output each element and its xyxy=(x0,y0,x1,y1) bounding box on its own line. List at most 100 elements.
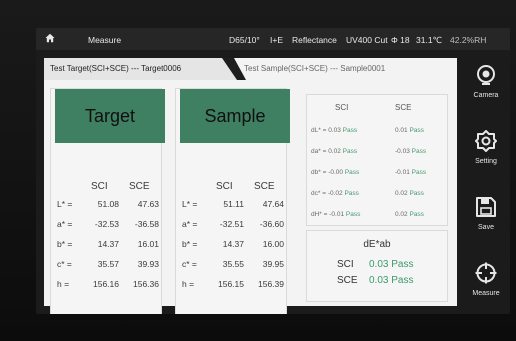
sce-status: Pass xyxy=(411,169,427,176)
measure-type-indicator: Reflectance xyxy=(292,35,337,45)
sce-value: 47.64 xyxy=(262,199,284,209)
sce-value: 0.01 xyxy=(395,127,408,134)
row-label: c* = xyxy=(57,259,72,269)
sci-value: 156.15 xyxy=(218,279,244,289)
row-label: b* = xyxy=(57,239,73,249)
row-label: L* = xyxy=(182,199,198,209)
delta-sce-header: SCE xyxy=(395,103,412,112)
sample-sci-header: SCI xyxy=(216,181,233,192)
tab-sample[interactable]: Test Sample(SCI+SCE) --- Sample0001 xyxy=(234,58,457,80)
camera-icon xyxy=(477,65,495,85)
row-label: dL* = xyxy=(311,127,327,134)
de-ab-title: dE*ab xyxy=(363,239,391,250)
sci-value: -0.01 xyxy=(329,211,345,218)
row-label: dc* = xyxy=(311,190,326,197)
row-label: a* = xyxy=(57,219,73,229)
sce-status: Pass xyxy=(409,190,424,197)
sci-value: 14.37 xyxy=(222,239,244,249)
temperature-indicator: 31.1℃ xyxy=(416,35,443,45)
de-sci-label: SCI xyxy=(337,259,354,270)
measure-button[interactable]: Measure xyxy=(462,254,510,314)
setting-button[interactable]: Setting xyxy=(462,122,510,184)
home-icon[interactable] xyxy=(45,33,55,43)
row-label: L* = xyxy=(57,199,73,209)
save-icon xyxy=(476,197,496,217)
sci-value: 51.11 xyxy=(223,199,244,209)
sce-value: 156.39 xyxy=(258,279,284,289)
save-label: Save xyxy=(478,224,494,231)
row-label: h = xyxy=(57,279,70,289)
row-label: a* = xyxy=(182,219,198,229)
row-label: h = xyxy=(182,279,195,289)
setting-label: Setting xyxy=(475,158,497,165)
sce-value: 39.95 xyxy=(262,259,284,269)
screen-title: Measure xyxy=(88,35,122,45)
sci-value: 14.37 xyxy=(97,239,119,249)
de-sce-label: SCE xyxy=(337,275,358,286)
sce-status: Pass xyxy=(409,127,424,134)
sci-value: -0.02 xyxy=(327,190,343,197)
target-sci-header: SCI xyxy=(91,181,108,192)
delta-sci-header: SCI xyxy=(335,103,349,112)
sci-status: Pass xyxy=(344,169,360,176)
sce-value: -36.60 xyxy=(259,219,284,229)
de-sce-value: 0.03 Pass xyxy=(369,275,414,286)
delta-row-da: da* = 0.02 Pass -0.03 Pass xyxy=(311,148,426,155)
sci-value: 35.55 xyxy=(222,259,244,269)
de-ab-box: dE*ab SCI 0.03 Pass SCE 0.03 Pass xyxy=(306,230,448,302)
sce-value: -0.01 xyxy=(395,169,410,176)
sci-status: Pass xyxy=(342,148,358,155)
tab-target[interactable]: Test Target(SCI+SCE) --- Target0006 xyxy=(44,58,237,80)
sample-sce-header: SCE xyxy=(254,181,275,192)
gear-icon xyxy=(475,130,497,152)
row-label: b* = xyxy=(182,239,198,249)
sci-status: Pass xyxy=(345,211,361,218)
sci-value: 51.08 xyxy=(97,199,119,209)
sce-value: -0.03 xyxy=(395,148,410,155)
crosshair-icon xyxy=(475,262,497,284)
delta-row-db: db* = -0.00 Pass -0.01 Pass xyxy=(311,169,426,176)
delta-row-dc: dc* = -0.02 Pass 0.02 Pass xyxy=(311,190,424,197)
sce-value: 39.93 xyxy=(137,259,159,269)
target-card: Target SCI SCE L* = 51.08 47.63 a* = -32… xyxy=(50,88,165,314)
illuminant-indicator: D65/10° xyxy=(229,35,260,45)
sci-value: 35.57 xyxy=(97,259,119,269)
save-button[interactable]: Save xyxy=(462,188,510,250)
camera-button[interactable]: Camera xyxy=(462,56,510,118)
sci-status: Pass xyxy=(344,190,359,197)
camera-label: Camera xyxy=(473,92,499,99)
sci-value: -0.00 xyxy=(328,169,344,176)
delta-table: SCI SCE dL* = 0.03 Pass 0.01 Pass da* = … xyxy=(306,94,448,226)
sample-title[interactable]: Sample xyxy=(180,89,290,143)
row-label: da* = xyxy=(311,148,327,155)
sce-status: Pass xyxy=(411,148,427,155)
filter-indicator: UV400 Cut xyxy=(346,35,388,45)
sce-value: 156.36 xyxy=(133,279,159,289)
sce-value: 16.00 xyxy=(262,239,284,249)
row-label: dH* = xyxy=(311,211,328,218)
target-title[interactable]: Target xyxy=(55,89,165,143)
delta-row-dh: dH* = -0.01 Pass 0.02 Pass xyxy=(311,211,424,218)
tab-bar: Test Target(SCI+SCE) --- Target0006 Test… xyxy=(44,58,457,80)
sci-value: -32.51 xyxy=(219,219,244,229)
sce-value: 0.02 xyxy=(395,211,408,218)
mode-indicator: I+E xyxy=(270,35,283,45)
measure-label: Measure xyxy=(472,290,500,297)
sce-value: -36.58 xyxy=(134,219,159,229)
sce-value: 16.01 xyxy=(137,239,159,249)
sample-card: Sample SCI SCE L* = 51.11 47.64 a* = -32… xyxy=(175,88,290,314)
sci-status: Pass xyxy=(342,127,358,134)
sci-value: 0.02 xyxy=(328,148,341,155)
main-panel: Test Target(SCI+SCE) --- Target0006 Test… xyxy=(44,58,457,314)
row-label: db* = xyxy=(311,169,327,176)
sci-value: -32.53 xyxy=(94,219,119,229)
row-label: c* = xyxy=(182,259,197,269)
sce-value: 0.02 xyxy=(395,190,408,197)
humidity-indicator: 42.2%RH xyxy=(450,35,487,45)
sce-value: 47.63 xyxy=(137,199,159,209)
status-bar: Measure D65/10° I+E Reflectance UV400 Cu… xyxy=(36,28,510,50)
aperture-indicator: Φ 18 xyxy=(391,35,410,45)
device-screen: Measure D65/10° I+E Reflectance UV400 Cu… xyxy=(36,28,510,314)
sci-value: 0.03 xyxy=(328,127,341,134)
sce-status: Pass xyxy=(409,211,424,218)
